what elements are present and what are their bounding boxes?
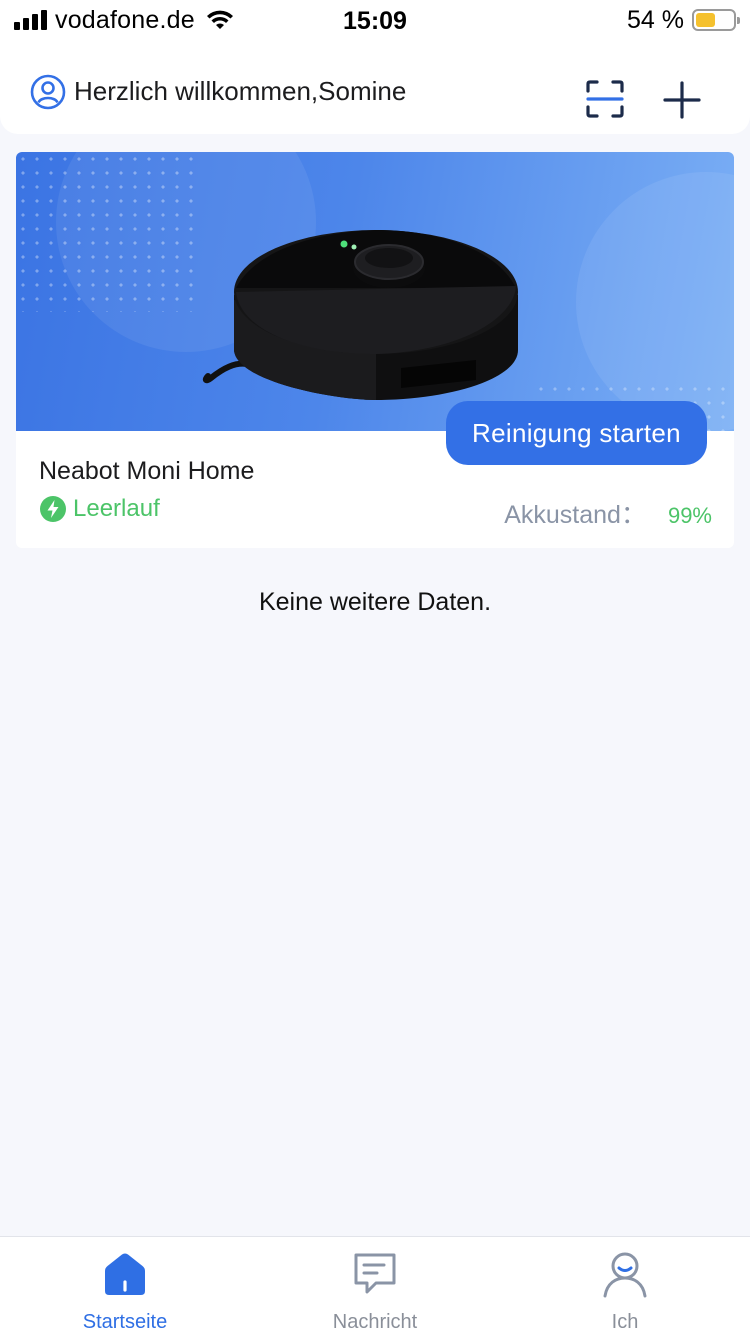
battery-percent: 54 %	[627, 5, 684, 34]
battery-separator: ：	[620, 501, 646, 529]
scan-icon[interactable]	[584, 78, 626, 120]
battery-fill	[696, 13, 715, 27]
banner-dot-pattern	[16, 152, 196, 312]
welcome-text: Herzlich willkommen,Somine	[74, 76, 407, 106]
robot-vacuum-image	[202, 230, 518, 400]
plus-icon[interactable]	[660, 78, 704, 122]
message-icon	[354, 1253, 396, 1294]
battery-tip	[737, 17, 740, 24]
tab-ich[interactable]: Ich	[500, 1237, 750, 1334]
battery-label: Akkustand	[504, 501, 621, 529]
lightning-bolt-icon	[40, 496, 66, 522]
start-cleaning-button[interactable]: Reinigung starten	[446, 401, 707, 465]
home-header: Herzlich willkommen,Somine	[0, 40, 750, 134]
tab-label: Ich	[611, 1311, 639, 1333]
tab-label: Nachricht	[332, 1311, 418, 1333]
tab-nachricht[interactable]: Nachricht	[250, 1237, 500, 1334]
device-name: Neabot Moni Home	[39, 457, 255, 485]
battery-icon	[692, 9, 740, 31]
battery-value: 99%	[667, 503, 712, 528]
home-icon	[105, 1253, 145, 1295]
device-banner[interactable]	[16, 152, 734, 431]
app-screen: vodafone.de 15:09 54 % Herzlich willkomm…	[0, 0, 750, 1334]
status-right: 54 %	[627, 5, 740, 34]
status-text: Leerlauf	[73, 495, 160, 522]
tab-label: Startseite	[82, 1311, 168, 1333]
device-card[interactable]: Reinigung starten Neabot Moni Home Leerl…	[16, 152, 734, 548]
user-icon[interactable]	[30, 74, 66, 110]
battery-level: Akkustand ： 99%	[504, 495, 712, 531]
tab-startseite[interactable]: Startseite	[0, 1237, 250, 1334]
status-bar: vodafone.de 15:09 54 %	[0, 0, 750, 40]
list-end-text: Keine weitere Daten.	[258, 588, 492, 616]
profile-icon	[603, 1252, 647, 1298]
device-status: Leerlauf	[39, 495, 160, 523]
bottom-tab-bar: Startseite Nachricht Ich	[0, 1236, 750, 1334]
